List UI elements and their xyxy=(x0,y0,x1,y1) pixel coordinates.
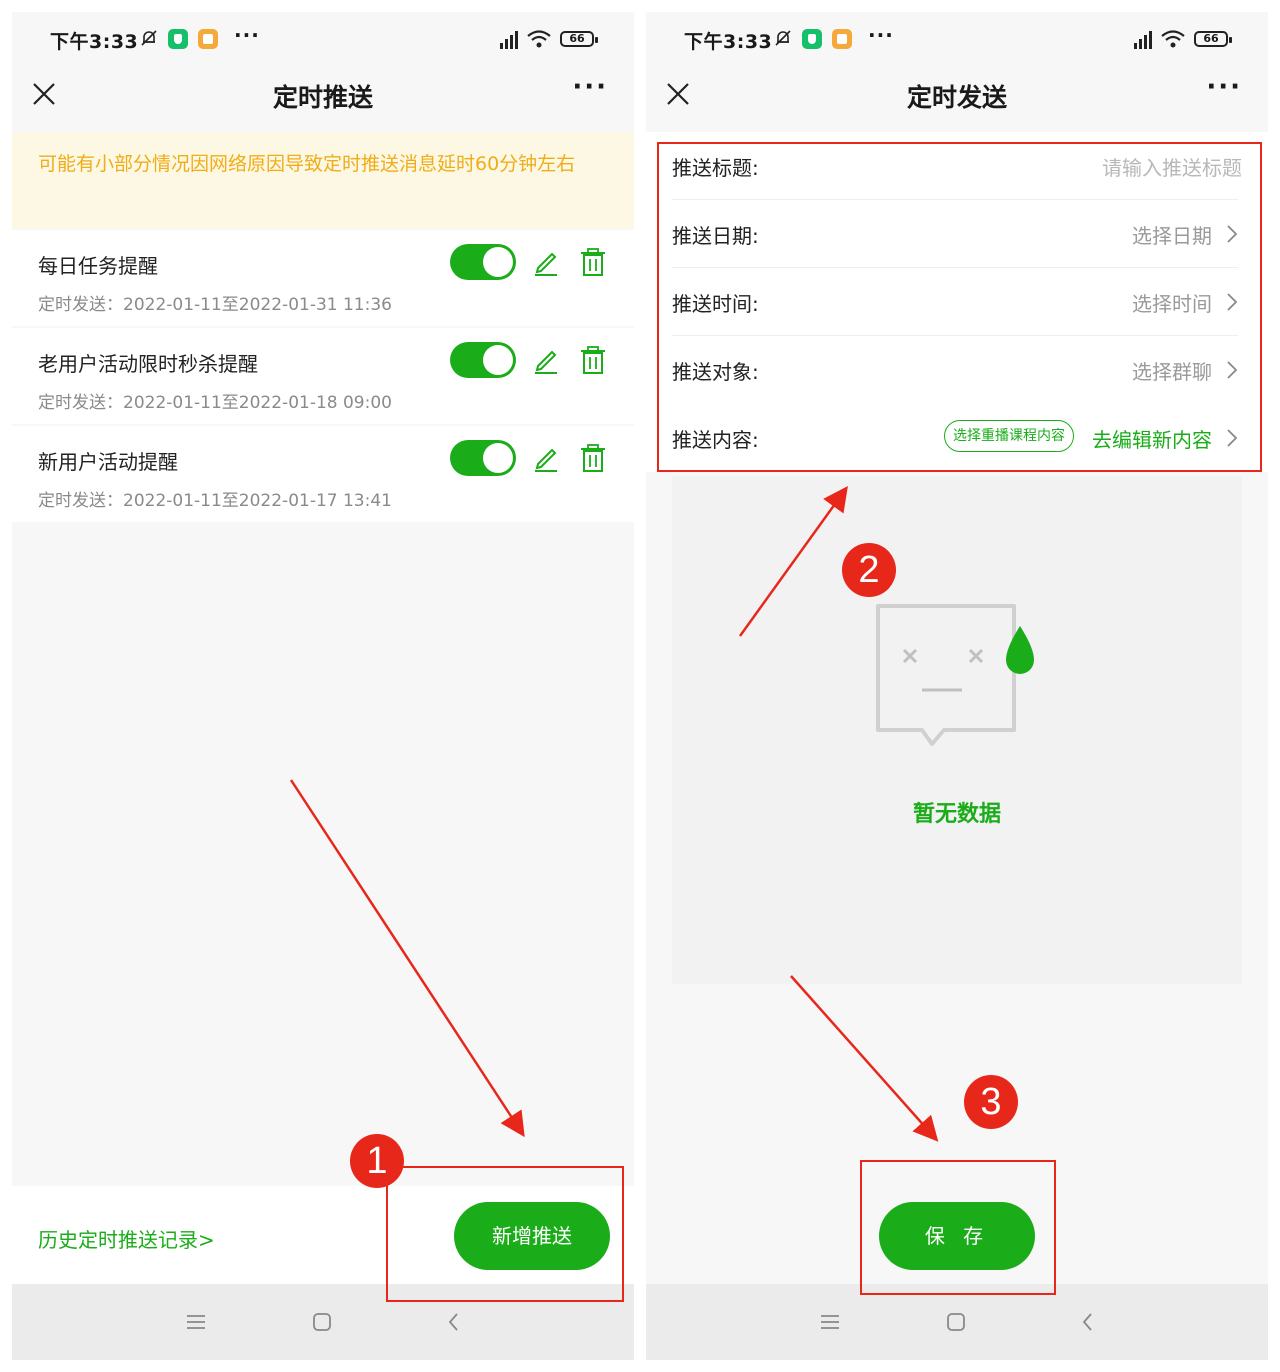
time-label: 推送时间: xyxy=(672,292,759,316)
trash-icon[interactable] xyxy=(580,346,606,374)
chevron-right-icon xyxy=(1227,429,1238,447)
status-bar: 下午3:33 ··· 66 xyxy=(12,12,634,68)
trash-icon[interactable] xyxy=(580,248,606,276)
date-picker[interactable]: 选择日期 xyxy=(1132,220,1212,249)
system-nav-bar xyxy=(646,1284,1268,1360)
step-marker-2: 2 xyxy=(842,543,896,597)
save-button[interactable]: 保 存 xyxy=(879,1202,1035,1270)
battery-icon: 66 xyxy=(1194,31,1232,47)
mute-bell-icon xyxy=(775,30,791,46)
task-toggle[interactable] xyxy=(450,440,516,476)
home-icon[interactable] xyxy=(944,1310,968,1334)
menu-icon[interactable] xyxy=(818,1310,842,1334)
chevron-right-icon xyxy=(1227,361,1238,379)
task-name: 新用户活动提醒 xyxy=(38,450,178,474)
edit-new-content-link[interactable]: 去编辑新内容 xyxy=(1092,424,1212,453)
app-shield-icon xyxy=(168,29,188,49)
signal-icon xyxy=(1134,31,1152,49)
empty-face-icon xyxy=(876,604,1034,746)
task-toggle[interactable] xyxy=(450,342,516,378)
content-label: 推送内容: xyxy=(672,428,759,452)
task-name: 老用户活动限时秒杀提醒 xyxy=(38,352,258,376)
edit-pencil-icon[interactable] xyxy=(532,346,560,374)
time-row[interactable]: 推送时间: 选择时间 xyxy=(646,268,1268,336)
content-row: 推送内容: 选择重播课程内容 去编辑新内容 xyxy=(646,404,1268,472)
task-item: 新用户活动提醒 定时发送：2022-01-11至2022-01-17 13:41 xyxy=(12,426,634,522)
status-more-icon: ··· xyxy=(234,23,260,47)
delay-notice: 可能有小部分情况因网络原因导致定时推送消息延时60分钟左右 xyxy=(12,132,634,228)
app-note-icon xyxy=(832,29,852,49)
group-picker[interactable]: 选择群聊 xyxy=(1132,356,1212,385)
title-label: 推送标题: xyxy=(672,156,759,180)
page-title: 定时发送 xyxy=(906,83,1007,112)
task-schedule: 定时发送：2022-01-11至2022-01-17 13:41 xyxy=(38,491,392,511)
more-icon[interactable]: ··· xyxy=(1206,72,1242,102)
more-icon[interactable]: ··· xyxy=(572,72,608,102)
title-bar: 定时推送 ··· xyxy=(12,68,634,132)
task-list: 每日任务提醒 定时发送：2022-01-11至2022-01-31 11:36 … xyxy=(12,230,634,524)
empty-text: 暂无数据 xyxy=(912,802,1001,827)
signal-icon xyxy=(500,31,518,49)
time-picker[interactable]: 选择时间 xyxy=(1132,288,1212,317)
edit-pencil-icon[interactable] xyxy=(532,444,560,472)
edit-pencil-icon[interactable] xyxy=(532,248,560,276)
chevron-right-icon xyxy=(1227,293,1238,311)
title-input[interactable]: 请输入推送标题 xyxy=(1102,152,1242,181)
status-time: 下午3:33 xyxy=(684,31,773,53)
step-marker-1: 1 xyxy=(350,1134,404,1188)
task-item: 每日任务提醒 定时发送：2022-01-11至2022-01-31 11:36 xyxy=(12,230,634,326)
status-bar: 下午3:33 ··· 66 xyxy=(646,12,1268,68)
menu-icon[interactable] xyxy=(184,1310,208,1334)
trash-icon[interactable] xyxy=(580,444,606,472)
empty-state: 暂无数据 xyxy=(672,476,1242,984)
mute-bell-icon xyxy=(141,30,157,46)
task-toggle[interactable] xyxy=(450,244,516,280)
title-bar: 定时发送 ··· xyxy=(646,68,1268,132)
chevron-right-icon xyxy=(1227,225,1238,243)
status-time: 下午3:33 xyxy=(50,31,139,53)
push-form: 推送标题: 请输入推送标题 推送日期: 选择日期 推送时间: 选择时间 推送对象… xyxy=(646,132,1268,472)
date-label: 推送日期: xyxy=(672,224,759,248)
title-row[interactable]: 推送标题: 请输入推送标题 xyxy=(646,132,1268,200)
back-icon[interactable] xyxy=(1076,1310,1100,1334)
target-row[interactable]: 推送对象: 选择群聊 xyxy=(646,336,1268,404)
add-push-button[interactable]: 新增推送 xyxy=(454,1202,610,1270)
system-nav-bar xyxy=(12,1284,634,1360)
app-shield-icon xyxy=(802,29,822,49)
step-marker-3: 3 xyxy=(964,1075,1018,1129)
wifi-icon xyxy=(1161,30,1185,48)
task-schedule: 定时发送：2022-01-11至2022-01-18 09:00 xyxy=(38,393,392,413)
task-schedule: 定时发送：2022-01-11至2022-01-31 11:36 xyxy=(38,295,392,315)
left-screen: 下午3:33 ··· 66 定时推送 ··· 可能有小部分情况因网络原因导致定时… xyxy=(12,12,634,1360)
task-name: 每日任务提醒 xyxy=(38,254,158,278)
replay-content-chip[interactable]: 选择重播课程内容 xyxy=(944,420,1074,452)
home-icon[interactable] xyxy=(310,1310,334,1334)
page-title: 定时推送 xyxy=(272,83,373,112)
app-note-icon xyxy=(198,29,218,49)
date-row[interactable]: 推送日期: 选择日期 xyxy=(646,200,1268,268)
wifi-icon xyxy=(527,30,551,48)
status-more-icon: ··· xyxy=(868,23,894,47)
right-screen: 下午3:33 ··· 66 定时发送 ··· 推送标题: 请输入推送标题 推送日… xyxy=(646,12,1268,1360)
target-label: 推送对象: xyxy=(672,360,759,384)
battery-icon: 66 xyxy=(560,31,598,47)
task-item: 老用户活动限时秒杀提醒 定时发送：2022-01-11至2022-01-18 0… xyxy=(12,328,634,424)
history-link[interactable]: 历史定时推送记录> xyxy=(38,1224,215,1253)
back-icon[interactable] xyxy=(442,1310,466,1334)
